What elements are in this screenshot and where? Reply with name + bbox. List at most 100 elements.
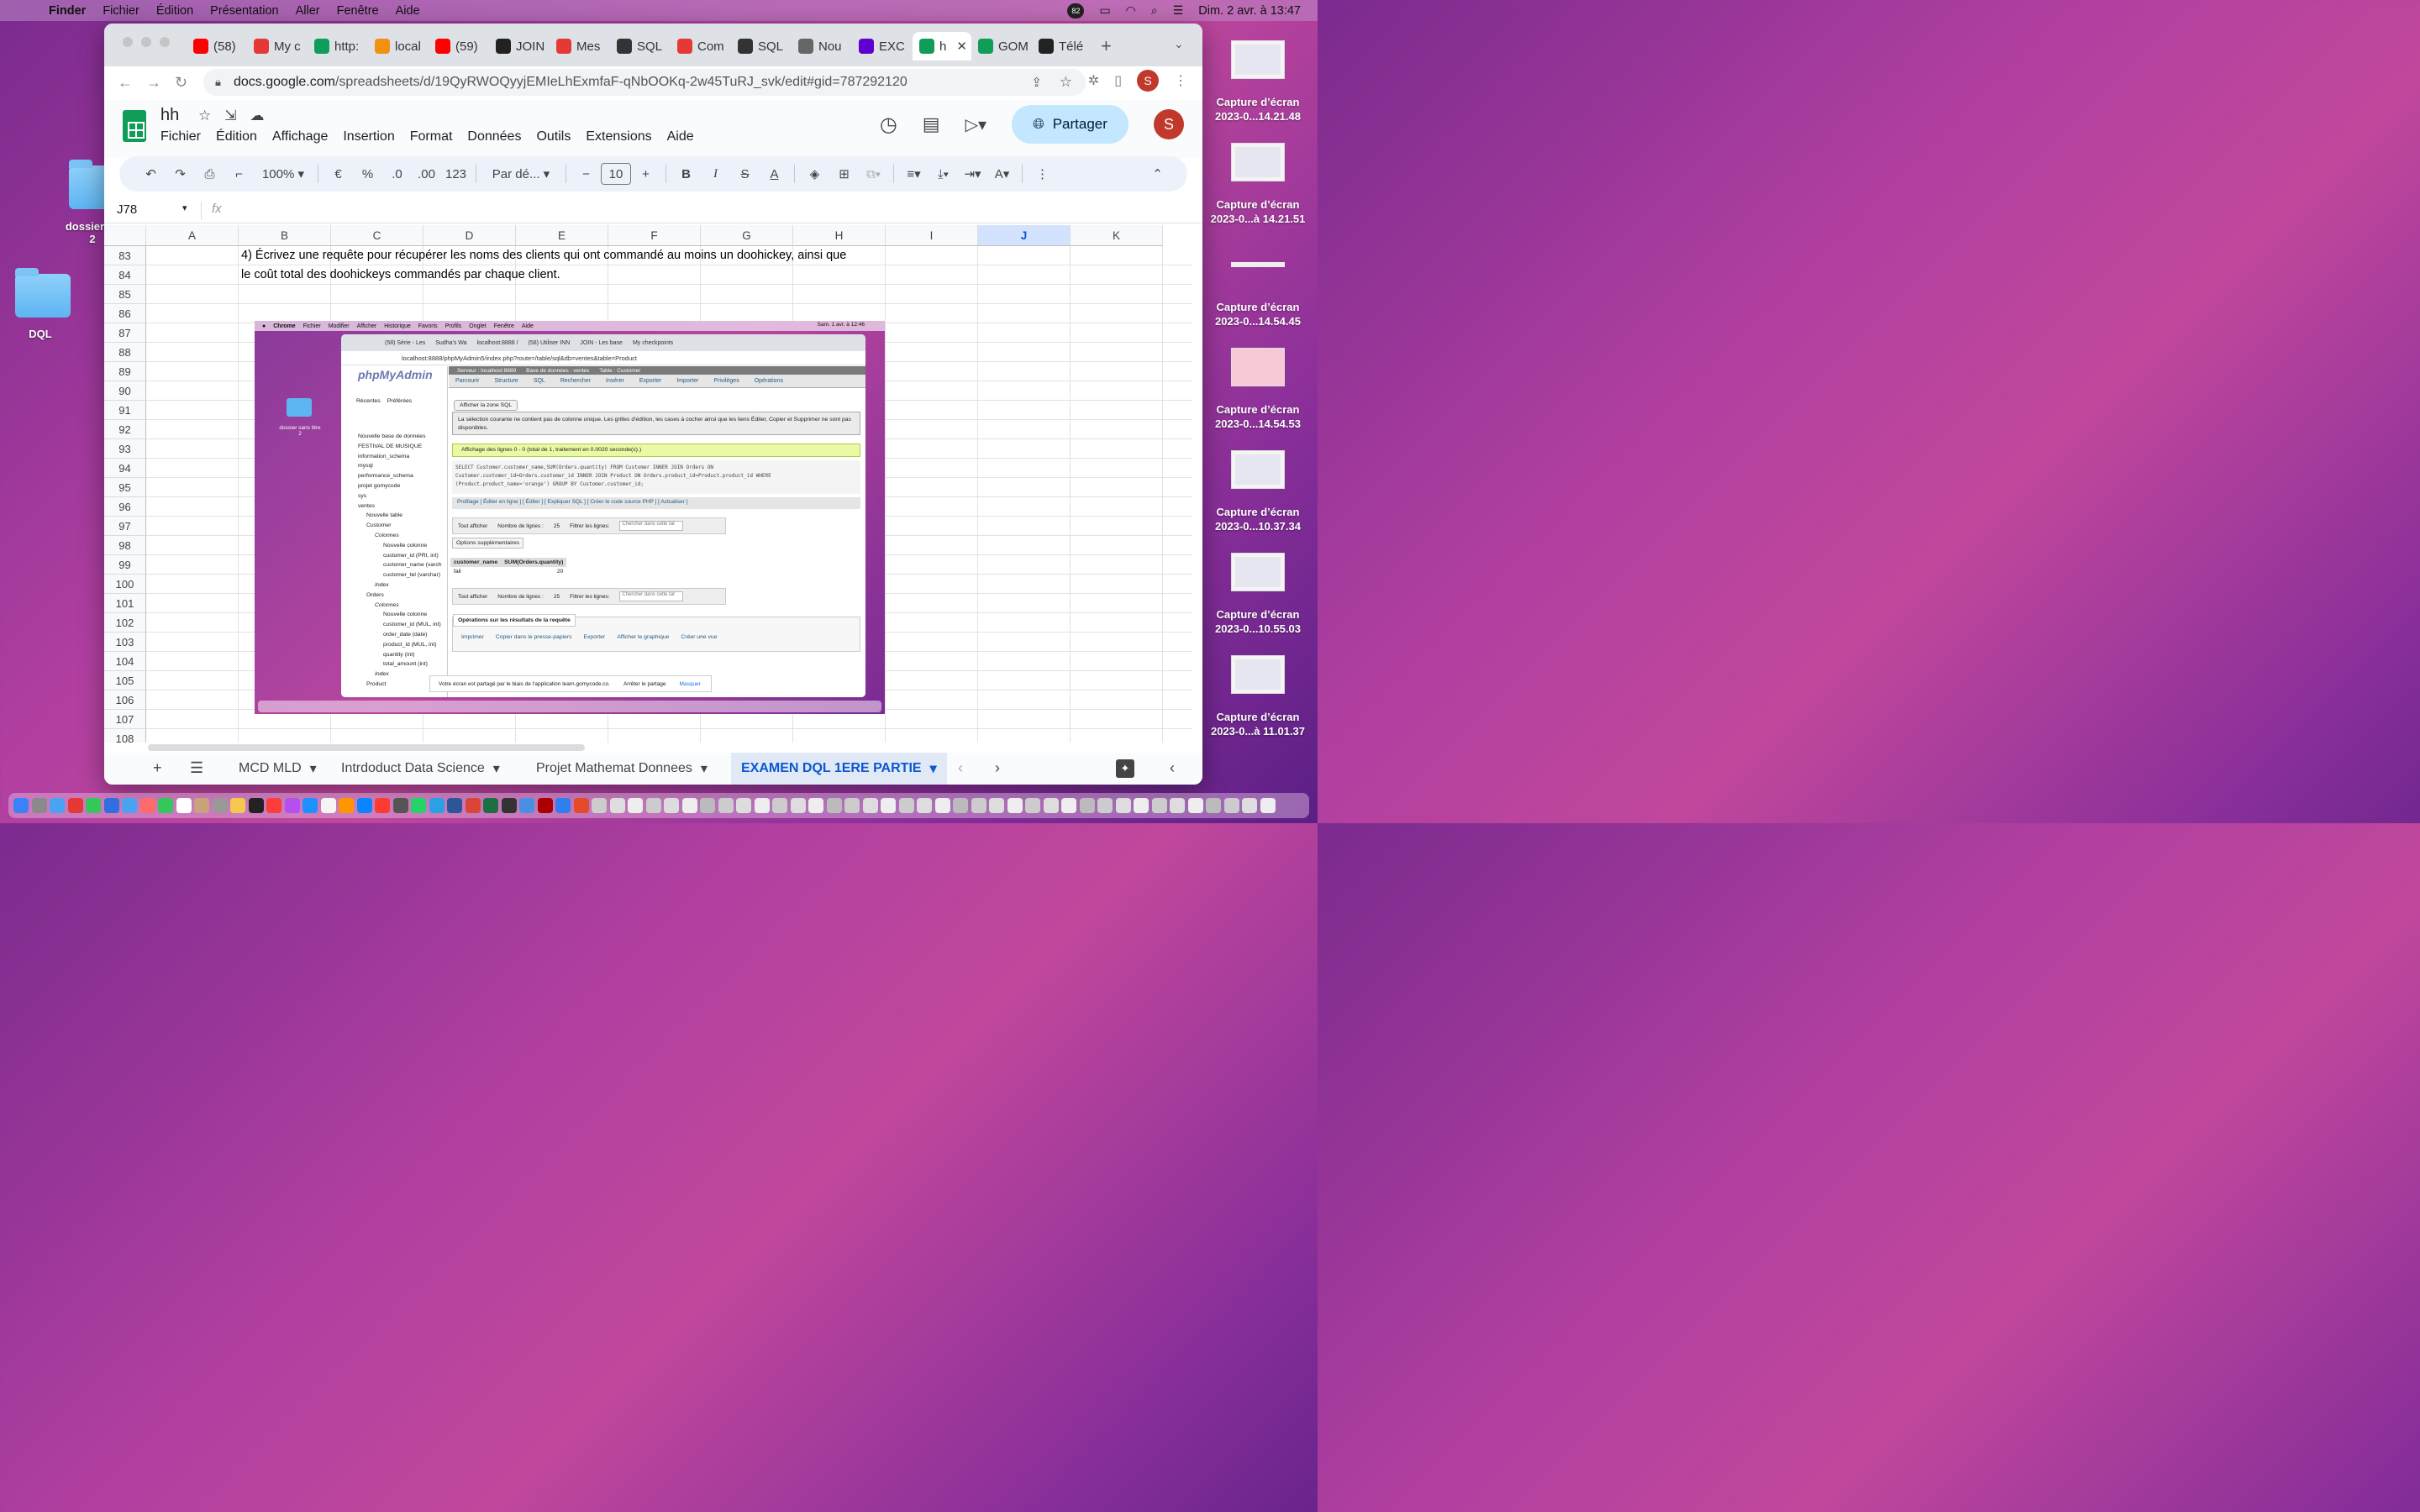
vertical-align-icon[interactable]: ⤓▾ <box>929 161 958 186</box>
sheet-tab-mcd-mld[interactable]: MCD MLD ▾ <box>239 753 317 785</box>
dock-app-icon[interactable] <box>898 798 914 813</box>
percent-button[interactable]: % <box>353 161 382 186</box>
dock-app-icon[interactable] <box>1242 798 1257 813</box>
formula-input[interactable] <box>239 198 1188 223</box>
dock-app-icon[interactable] <box>609 798 625 813</box>
merge-cells-icon[interactable]: ⧉▾ <box>859 161 888 186</box>
browser-tab[interactable]: Com <box>671 32 731 60</box>
dock-app-icon[interactable] <box>1043 798 1059 813</box>
cloud-saved-icon[interactable]: ☁ <box>250 108 265 124</box>
dock-app-icon[interactable] <box>339 798 354 813</box>
dock-app-icon[interactable] <box>700 798 715 813</box>
comments-icon[interactable]: ▤ <box>923 113 940 135</box>
more-tools-icon[interactable]: ⋮ <box>1028 161 1057 186</box>
side-panel-icon[interactable]: ▯ <box>1114 72 1122 89</box>
screenshot-label[interactable]: Capture d’écran 2023-0...à 11.01.37 <box>1197 710 1319 738</box>
close-tab-icon[interactable]: ✕ <box>956 39 967 54</box>
dock-app-icon[interactable] <box>103 798 119 813</box>
screenshot-thumbnail[interactable] <box>1231 40 1285 79</box>
borders-icon[interactable]: ⊞ <box>829 161 859 186</box>
font-select[interactable]: Par dé... ▾ <box>481 161 560 186</box>
row-header[interactable]: 87 <box>104 323 146 343</box>
sheets-menu-item[interactable]: Données <box>467 129 521 144</box>
browser-tab[interactable]: local <box>368 32 429 60</box>
dock-app-icon[interactable] <box>501 798 517 813</box>
column-header[interactable]: I <box>886 225 978 246</box>
increase-decimal-button[interactable]: .00 <box>412 161 441 186</box>
browser-tab[interactable]: h ✕ <box>913 32 971 60</box>
dock-app-icon[interactable] <box>971 798 986 813</box>
minimize-window-icon[interactable] <box>141 37 151 47</box>
decrease-decimal-button[interactable]: .0 <box>382 161 412 186</box>
browser-tab[interactable]: My c <box>247 32 308 60</box>
dock-app-icon[interactable] <box>284 798 300 813</box>
browser-tab[interactable]: Mes <box>550 32 610 60</box>
reload-icon[interactable]: ↻ <box>175 74 187 92</box>
paint-format-icon[interactable]: ⌐ <box>224 161 254 186</box>
redo-icon[interactable]: ↷ <box>166 161 195 186</box>
browser-tab[interactable]: (58) <box>187 32 247 60</box>
strikethrough-icon[interactable]: S <box>730 161 760 186</box>
sheets-menu-item[interactable]: Outils <box>536 129 571 144</box>
font-size-input[interactable]: 10 <box>601 163 631 185</box>
dock-app-icon[interactable] <box>881 798 896 813</box>
notification-badge-icon[interactable]: 82 <box>1067 3 1085 18</box>
text-wrap-icon[interactable]: ⇥▾ <box>958 161 987 186</box>
dock-app-icon[interactable] <box>375 798 390 813</box>
dock-app-icon[interactable] <box>212 798 228 813</box>
dock-app-icon[interactable] <box>1025 798 1040 813</box>
search-icon[interactable]: ⌕ <box>1151 3 1158 18</box>
dock-app-icon[interactable] <box>862 798 878 813</box>
dock-app-icon[interactable] <box>320 798 336 813</box>
dock-app-icon[interactable] <box>50 798 65 813</box>
dock-app-icon[interactable] <box>772 798 787 813</box>
dock-app-icon[interactable] <box>555 798 571 813</box>
sheets-menu-item[interactable]: Aide <box>667 129 694 144</box>
user-avatar[interactable]: S <box>1154 109 1184 139</box>
dock-app-icon[interactable] <box>934 798 950 813</box>
undo-icon[interactable]: ↶ <box>136 161 166 186</box>
column-header[interactable]: G <box>701 225 793 246</box>
row-header[interactable]: 94 <box>104 459 146 478</box>
text-rotation-icon[interactable]: A▾ <box>987 161 1017 186</box>
row-header[interactable]: 92 <box>104 420 146 439</box>
forward-icon[interactable]: → <box>146 74 161 92</box>
cell-b83[interactable]: 4) Écrivez une requête pour récupérer le… <box>241 249 846 262</box>
row-header[interactable]: 89 <box>104 362 146 381</box>
dock-app-icon[interactable] <box>826 798 842 813</box>
column-header[interactable]: K <box>1071 225 1163 246</box>
screenshot-label[interactable]: Capture d’écran 2023-0...10.37.34 <box>1197 505 1319 533</box>
dock-app-icon[interactable] <box>1007 798 1023 813</box>
browser-tab[interactable]: http: <box>308 32 368 60</box>
dock-app-icon[interactable] <box>122 798 137 813</box>
browser-tab[interactable]: Télé <box>1032 32 1092 60</box>
print-icon[interactable]: ⎙ <box>195 161 224 186</box>
share-page-icon[interactable]: ⇪ <box>1031 75 1042 90</box>
new-tab-icon[interactable]: + <box>1101 35 1112 57</box>
desktop-folder-label[interactable]: DQL <box>8 328 72 340</box>
close-window-icon[interactable] <box>123 37 133 47</box>
dock-app-icon[interactable] <box>1187 798 1203 813</box>
dock-app-icon[interactable] <box>465 798 481 813</box>
row-header[interactable]: 97 <box>104 517 146 536</box>
row-header[interactable]: 100 <box>104 575 146 594</box>
dock-app-icon[interactable] <box>392 798 408 813</box>
dock-app-icon[interactable] <box>302 798 318 813</box>
dock-app-icon[interactable] <box>1151 798 1167 813</box>
sheets-menu-item[interactable]: Insertion <box>343 129 394 144</box>
dock-app-icon[interactable] <box>953 798 968 813</box>
dock-app-icon[interactable] <box>447 798 462 813</box>
screenshot-thumbnail[interactable] <box>1231 450 1285 489</box>
column-header[interactable]: E <box>516 225 608 246</box>
sheets-menu-item[interactable]: Fichier <box>160 129 201 144</box>
sheet-tab-intro-data-science[interactable]: Intrdoduct Data Science ▾ <box>341 753 500 785</box>
dock-app-icon[interactable] <box>628 798 643 813</box>
menu-aller[interactable]: Aller <box>296 4 320 18</box>
row-header[interactable]: 91 <box>104 401 146 420</box>
dock-app-icon[interactable] <box>194 798 209 813</box>
menu-fichier[interactable]: Fichier <box>103 4 139 18</box>
dock-app-icon[interactable] <box>86 798 101 813</box>
row-header[interactable]: 96 <box>104 497 146 517</box>
chevron-down-icon[interactable]: ⌄ <box>1174 37 1184 51</box>
row-header[interactable]: 105 <box>104 671 146 690</box>
